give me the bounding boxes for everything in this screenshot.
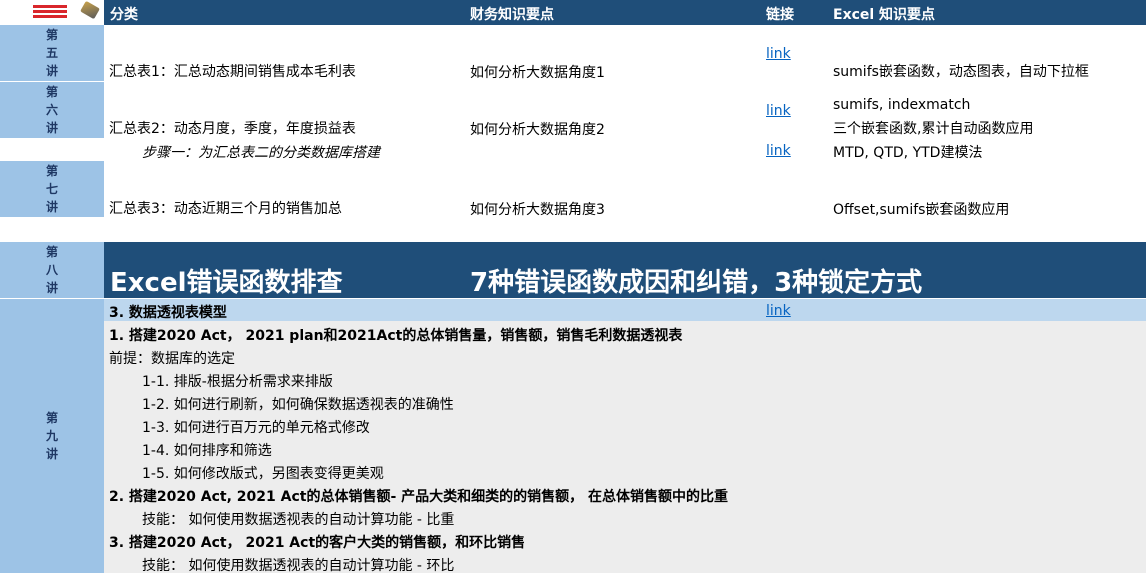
- header-category: 分类: [110, 7, 138, 23]
- header-bar: [0, 0, 1146, 25]
- lecture-6-label: 第 六 讲: [0, 82, 104, 138]
- lecture-9-label: 第 九 讲: [0, 299, 104, 573]
- pivot-item-1-1: 1-1. 排版-根据分析需求来排版: [142, 374, 333, 390]
- logo-stripe-icon: [33, 15, 67, 18]
- row3-category: 汇总表3：动态近期三个月的销售加总: [109, 201, 342, 217]
- row3-excel: Offset,sumifs嵌套函数应用: [833, 202, 1010, 218]
- logo-stripe-icon: [33, 5, 67, 8]
- lecture-7-label: 第 七 讲: [0, 161, 104, 217]
- row3-finance: 如何分析大数据角度3: [470, 202, 605, 218]
- banner-subtitle: 7种错误函数成因和纠错，3种锁定方式: [470, 268, 923, 298]
- row2b-step: 步骤一：为汇总表二的分类数据库搭建: [142, 145, 380, 161]
- banner-title: Excel错误函数排查: [110, 268, 343, 298]
- pivot-item-2-skill: 技能： 如何使用数据透视表的自动计算功能 - 比重: [142, 512, 455, 528]
- pivot-item-3: 3. 搭建2020 Act， 2021 Act的客户大类的销售额，和环比销售: [109, 535, 526, 551]
- lecture-5-label: 第 五 讲: [0, 25, 104, 81]
- header-finance: 财务知识要点: [470, 7, 554, 23]
- pivot-item-prereq: 前提：数据库的选定: [109, 351, 235, 367]
- row2-excel-line1: sumifs, indexmatch: [833, 97, 971, 113]
- pivot-item-2: 2. 搭建2020 Act, 2021 Act的总体销售额- 产品大类和细类的的…: [109, 489, 729, 505]
- pivot-item-3-skill: 技能： 如何使用数据透视表的自动计算功能 - 环比: [142, 558, 455, 574]
- row2-category: 汇总表2：动态月度，季度，年度损益表: [109, 121, 356, 137]
- row2-finance: 如何分析大数据角度2: [470, 122, 605, 138]
- pivot-item-1-2: 1-2. 如何进行刷新，如何确保数据透视表的准确性: [142, 397, 454, 413]
- row2b-link[interactable]: link: [766, 143, 791, 159]
- pivot-item-1-3: 1-3. 如何进行百万元的单元格式修改: [142, 420, 370, 436]
- header-excel: Excel 知识要点: [833, 7, 936, 23]
- row2-excel-line2: 三个嵌套函数,累计自动函数应用: [833, 121, 1034, 137]
- row1-link[interactable]: link: [766, 46, 791, 62]
- pivot-item-1: 1. 搭建2020 Act， 2021 plan和2021Act的总体销售量，销…: [109, 328, 683, 344]
- pivot-item-1-5: 1-5. 如何修改版式，另图表变得更美观: [142, 466, 384, 482]
- pivot-title-bar: [104, 299, 1146, 321]
- logo-stripe-icon: [33, 10, 67, 13]
- logo: [0, 0, 104, 25]
- row2b-excel: MTD, QTD, YTD建模法: [833, 145, 983, 161]
- lecture-8-label: 第 八 讲: [0, 242, 104, 298]
- row1-category: 汇总表1：汇总动态期间销售成本毛利表: [109, 64, 356, 80]
- pivot-item-1-4: 1-4. 如何排序和筛选: [142, 443, 272, 459]
- pivot-title: 3. 数据透视表模型: [109, 305, 227, 321]
- row2-link[interactable]: link: [766, 103, 791, 119]
- row1-excel: sumifs嵌套函数，动态图表，自动下拉框: [833, 64, 1089, 80]
- header-link: 链接: [766, 7, 794, 23]
- row1-finance: 如何分析大数据角度1: [470, 65, 605, 81]
- pen-icon: [80, 0, 100, 20]
- pivot-link[interactable]: link: [766, 303, 791, 319]
